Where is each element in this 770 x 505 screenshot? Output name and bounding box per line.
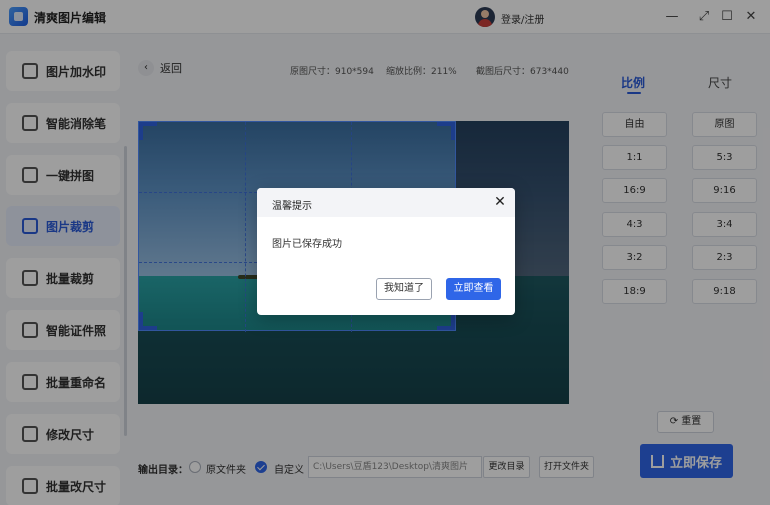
close-icon[interactable]: ✕ xyxy=(491,193,509,211)
dialog-title: 温馨提示 xyxy=(272,201,312,212)
view-now-button[interactable]: 立即查看 xyxy=(446,278,501,300)
save-success-dialog: 温馨提示 ✕ 图片已保存成功 我知道了 立即查看 xyxy=(257,188,515,315)
dialog-header: 温馨提示 ✕ xyxy=(257,188,515,217)
dialog-message: 图片已保存成功 xyxy=(272,239,342,250)
got-it-button[interactable]: 我知道了 xyxy=(376,278,432,300)
